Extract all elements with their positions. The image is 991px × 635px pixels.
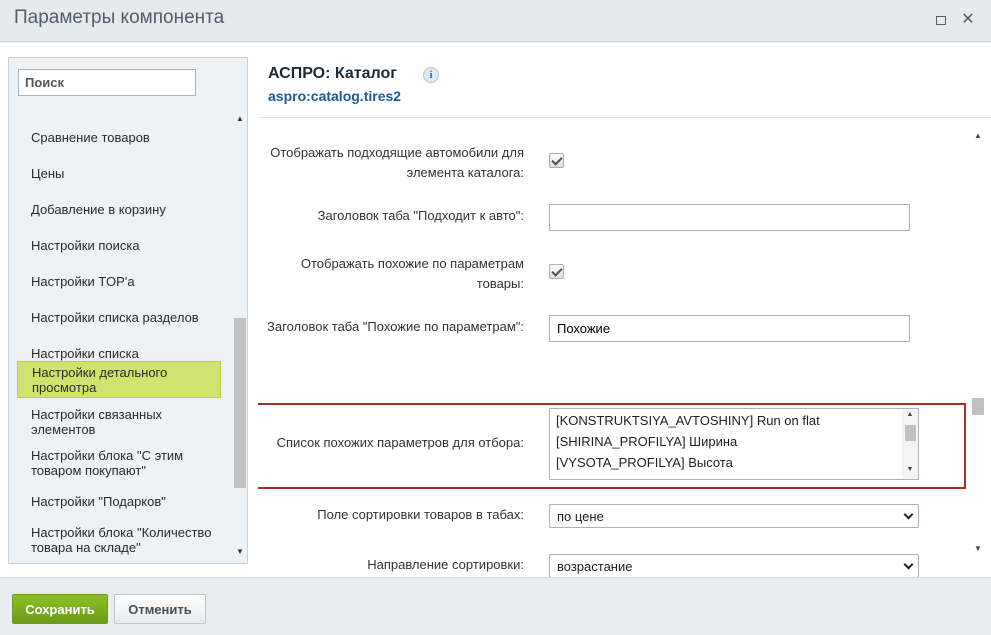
sidebar-scrollbar[interactable]: ▲ ▼ bbox=[233, 110, 247, 562]
similar-tab-title-input[interactable] bbox=[549, 315, 910, 342]
sidebar-item-list-settings[interactable]: Настройки списка bbox=[17, 346, 221, 361]
sort-direction-value: возрастание bbox=[557, 559, 633, 574]
listbox-option[interactable]: [KONSTRUKTSIYA_AVTOSHINY] Run on flat bbox=[556, 413, 820, 428]
listbox-scrollbar[interactable]: ▲ ▼ bbox=[902, 409, 918, 479]
save-button[interactable]: Сохранить bbox=[12, 594, 108, 624]
dialog-title: Параметры компонента bbox=[14, 7, 225, 28]
sidebar-item-gifts-settings[interactable]: Настройки "Подарков" bbox=[17, 494, 221, 509]
scroll-up-icon[interactable]: ▲ bbox=[905, 411, 915, 418]
scroll-down-icon[interactable]: ▼ bbox=[235, 547, 245, 557]
cancel-button[interactable]: Отменить bbox=[114, 594, 206, 624]
sidebar-item-section-list-settings[interactable]: Настройки списка разделов bbox=[17, 310, 221, 325]
similar-params-label: Список похожих параметров для отбора: bbox=[276, 435, 524, 450]
sidebar-item-related-settings[interactable]: Настройки связанных элементов bbox=[17, 407, 221, 437]
component-code: aspro:catalog.tires2 bbox=[268, 88, 402, 104]
show-similar-checkbox[interactable] bbox=[549, 264, 564, 279]
info-icon[interactable]: i bbox=[423, 67, 439, 83]
sidebar-list: Сравнение товаров Цены Добавление в корз… bbox=[9, 110, 233, 562]
dialog-titlebar: Параметры компонента ✕ bbox=[0, 0, 991, 42]
sort-field-value: по цене bbox=[557, 509, 604, 524]
sort-direction-label: Направление сортировки: bbox=[367, 557, 524, 572]
scroll-down-icon[interactable]: ▼ bbox=[905, 466, 915, 473]
show-cars-label: Отображать подходящие автомобили для эле… bbox=[270, 145, 524, 180]
divider bbox=[258, 117, 991, 118]
cars-tab-title-label: Заголовок таба "Подходит к авто": bbox=[317, 208, 524, 223]
dialog-footer: Сохранить Отменить bbox=[0, 577, 991, 635]
component-title: АСПРО: Каталог bbox=[268, 65, 397, 82]
sidebar-scroll-thumb[interactable] bbox=[234, 318, 246, 488]
sidebar-item-search-settings[interactable]: Настройки поиска bbox=[17, 238, 221, 253]
settings-form: Отображать подходящие автомобили для эле… bbox=[258, 129, 968, 577]
chevron-down-icon bbox=[904, 561, 914, 571]
listbox-scroll-thumb[interactable] bbox=[905, 425, 916, 441]
sidebar-item-detail-settings[interactable]: Настройки детального просмотра bbox=[17, 361, 221, 398]
sidebar-search-input[interactable] bbox=[18, 69, 196, 96]
scroll-up-icon[interactable]: ▲ bbox=[973, 131, 983, 140]
sidebar-item-add-to-cart[interactable]: Добавление в корзину bbox=[17, 202, 221, 217]
scroll-up-icon[interactable]: ▲ bbox=[235, 114, 245, 124]
scroll-down-icon[interactable]: ▼ bbox=[973, 544, 983, 553]
sort-direction-select[interactable]: возрастание bbox=[549, 554, 919, 577]
similar-tab-title-label: Заголовок таба "Похожие по параметрам": bbox=[267, 319, 524, 334]
sidebar-item-prices[interactable]: Цены bbox=[17, 166, 221, 181]
chevron-down-icon bbox=[904, 511, 914, 521]
similar-params-listbox[interactable]: [KONSTRUKTSIYA_AVTOSHINY] Run on flat [S… bbox=[549, 408, 919, 480]
sidebar-item-compare[interactable]: Сравнение товаров bbox=[17, 130, 221, 145]
dialog-content: Сравнение товаров Цены Добавление в корз… bbox=[0, 43, 991, 577]
main-scroll-thumb[interactable] bbox=[972, 398, 984, 415]
cars-tab-title-input[interactable] bbox=[549, 204, 910, 231]
sidebar-item-stock-settings[interactable]: Настройки блока "Количество товара на ск… bbox=[17, 525, 221, 555]
listbox-option[interactable]: [VYSOTA_PROFILYA] Высота bbox=[556, 455, 733, 470]
show-cars-checkbox[interactable] bbox=[549, 153, 564, 168]
sidebar-item-top-settings[interactable]: Настройки TOP'а bbox=[17, 274, 221, 289]
close-icon[interactable]: ✕ bbox=[960, 12, 976, 28]
sidebar: Сравнение товаров Цены Добавление в корз… bbox=[8, 57, 248, 564]
listbox-option[interactable]: [SHIRINA_PROFILYA] Ширина bbox=[556, 434, 737, 449]
main-panel: АСПРО: Каталог i aspro:catalog.tires2 От… bbox=[258, 43, 991, 577]
sort-field-label: Поле сортировки товаров в табах: bbox=[317, 507, 524, 522]
maximize-icon[interactable] bbox=[933, 12, 949, 28]
sidebar-item-bought-together-settings[interactable]: Настройки блока "С этим товаром покупают… bbox=[17, 448, 221, 478]
show-similar-label: Отображать похожие по параметрам товары: bbox=[300, 256, 524, 291]
sort-field-select[interactable]: по цене bbox=[549, 504, 919, 528]
main-scrollbar[interactable]: ▲ ▼ bbox=[970, 129, 986, 561]
